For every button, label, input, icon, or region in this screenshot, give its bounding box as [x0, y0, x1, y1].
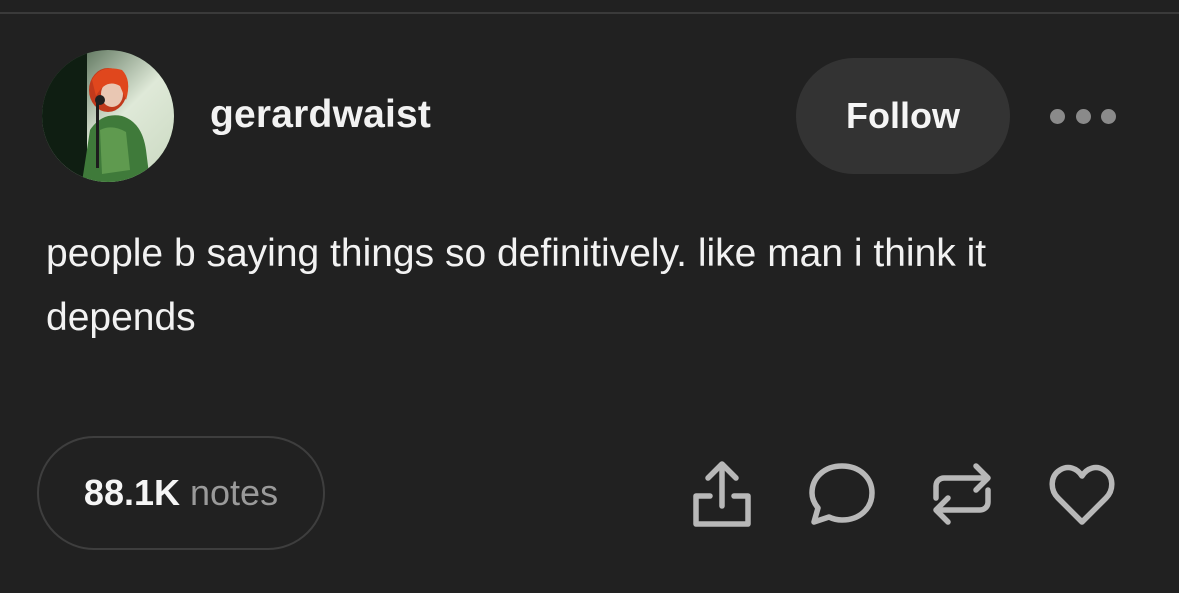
reblog-icon: [933, 463, 991, 525]
like-button[interactable]: [1046, 458, 1118, 530]
post-body: people b saying things so definitively. …: [46, 232, 987, 339]
avatar-image: [42, 50, 174, 182]
notes-button[interactable]: 88.1K notes: [37, 436, 325, 550]
notes-label: notes: [190, 472, 279, 513]
divider: [0, 12, 1179, 14]
more-options-icon[interactable]: [1050, 100, 1116, 132]
more-dot: [1101, 108, 1116, 124]
follow-button[interactable]: Follow: [796, 58, 1010, 174]
more-dot: [1050, 108, 1065, 124]
notes-count: 88.1K: [83, 472, 180, 513]
reblog-button[interactable]: [926, 458, 998, 530]
share-button[interactable]: [686, 458, 758, 530]
avatar[interactable]: [42, 50, 174, 182]
reply-button[interactable]: [806, 458, 878, 530]
heart-icon: [1049, 464, 1115, 525]
share-icon: [693, 461, 751, 527]
post-card: gerardwaist Follow people b saying thing…: [0, 0, 1179, 593]
reply-bubble-icon: [809, 463, 875, 525]
more-dot: [1075, 108, 1091, 124]
username[interactable]: gerardwaist: [210, 93, 431, 137]
